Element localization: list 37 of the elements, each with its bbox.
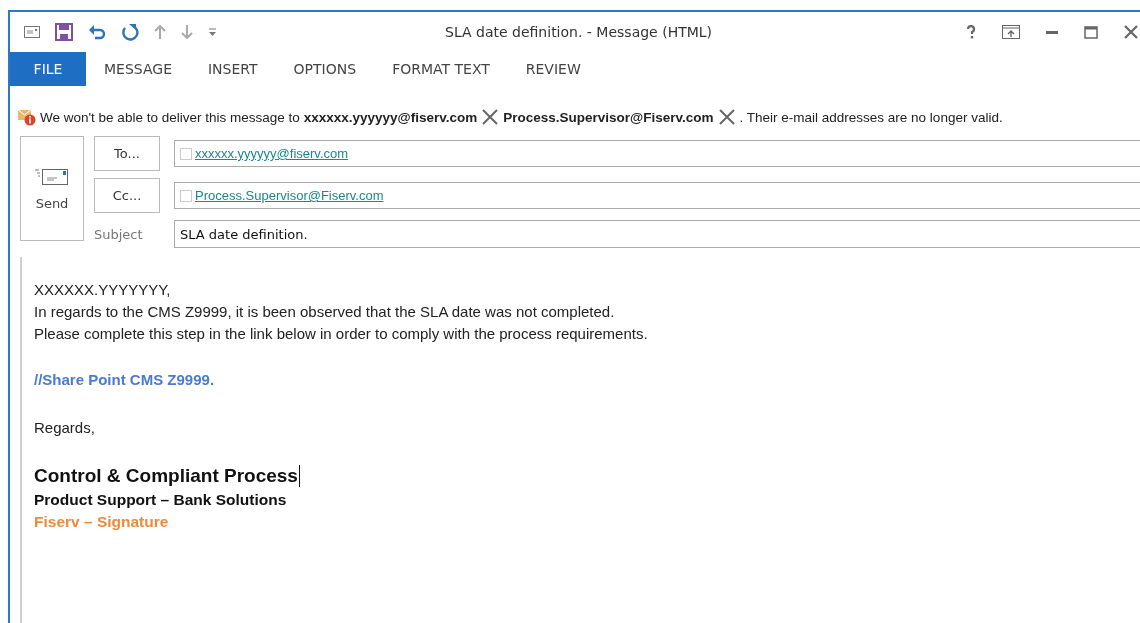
body-text: XXXXXX.YYYYYYY,: [34, 280, 172, 300]
to-field[interactable]: xxxxxx.yyyyyy@fiserv.com: [174, 140, 1140, 167]
subject-label: Subject: [94, 226, 144, 242]
redo-icon[interactable]: [121, 23, 139, 41]
recipient-link[interactable]: Process.Supervisor@Fiserv.com: [195, 188, 384, 203]
notice-text: We won't be able to deliver this message to: [40, 109, 300, 125]
envelope-warning-icon: [18, 108, 36, 126]
remove-icon[interactable]: [717, 108, 736, 126]
customize-icon[interactable]: [208, 28, 217, 36]
recipient-link[interactable]: xxxxxx.yyyyyy@fiserv.com: [195, 146, 349, 161]
subject-field[interactable]: SLA date definition.: [174, 220, 1140, 248]
body-text: In regards to the CMS Z9999, it is been observed that the SLA date was not completed.: [34, 302, 616, 322]
signature-department: Product Support – Bank Solutions: [34, 490, 288, 510]
minimize-icon[interactable]: [1046, 30, 1058, 34]
send-button[interactable]: Send: [20, 136, 84, 241]
ribbon-display-icon[interactable]: [1002, 25, 1020, 39]
close-icon[interactable]: [1124, 25, 1138, 39]
sharepoint-link[interactable]: //Share Point CMS Z9999.: [34, 371, 215, 388]
signature-brand: Fiserv – Signature: [34, 512, 170, 532]
cc-button[interactable]: Cc...: [94, 178, 160, 213]
message-icon[interactable]: [24, 26, 40, 38]
help-icon[interactable]: [966, 25, 976, 39]
to-button[interactable]: To...: [94, 136, 160, 171]
signature-name: Control & Compliant Process: [34, 464, 298, 488]
send-envelope-icon: [35, 166, 69, 186]
body-text: Please complete this step in the link below in order to comply with the process requirements.: [34, 324, 649, 344]
window-title: SLA date definition. - Message (HTML): [445, 24, 713, 40]
ribbon-tab[interactable]: FILE: [10, 52, 86, 86]
closing-text: Regards,: [34, 418, 96, 438]
maximize-icon[interactable]: [1084, 25, 1098, 39]
notice-text: . Their e-mail addresses are no longer valid.: [739, 109, 1003, 125]
cc-field[interactable]: Process.Supervisor@Fiserv.com: [174, 182, 1140, 209]
remove-icon[interactable]: [481, 108, 500, 126]
recipient-address: xxxxxx.yyyyyy@fiserv.com: [303, 109, 478, 125]
recipient-address: Process.Supervisor@Fiserv.com: [503, 109, 714, 125]
undo-icon[interactable]: [88, 24, 106, 40]
save-icon[interactable]: [55, 23, 73, 41]
